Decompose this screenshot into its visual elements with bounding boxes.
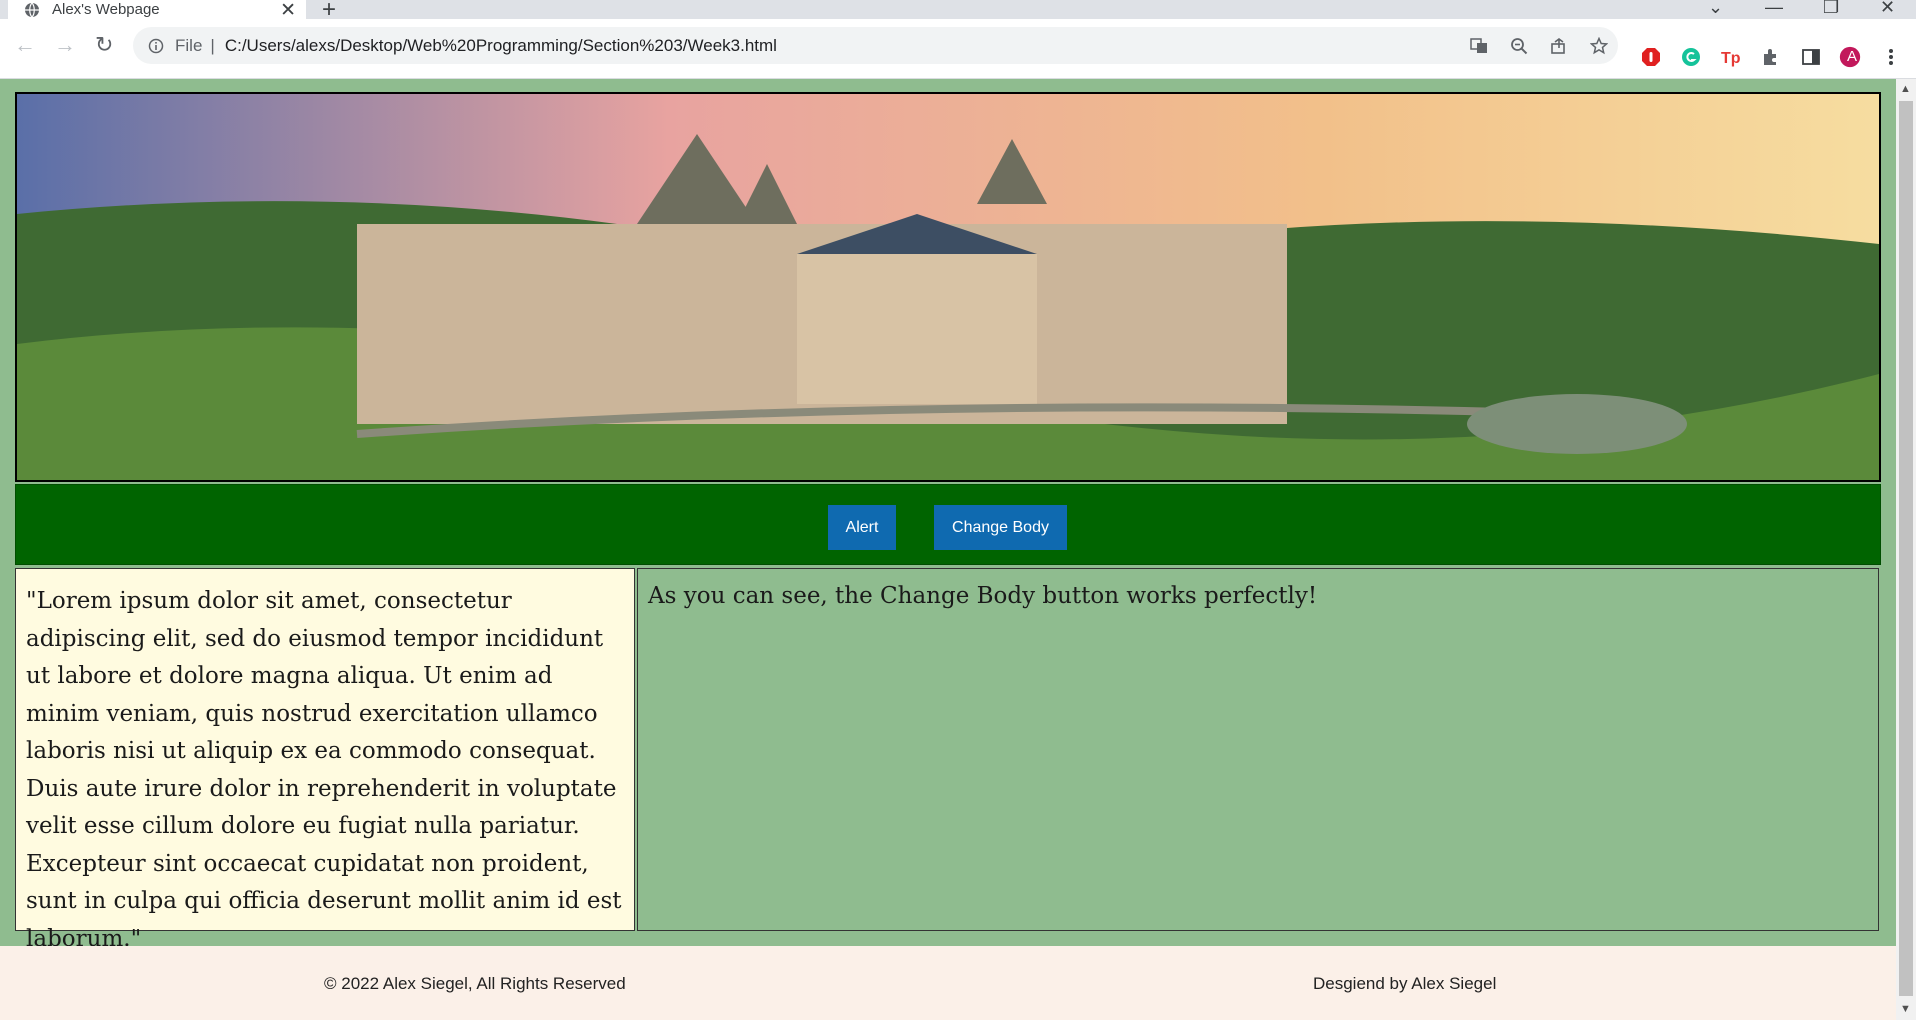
page-viewport: Alert Change Body "Lorem ipsum dolor sit… [0, 79, 1896, 1020]
footer: © 2022 Alex Siegel, All Rights Reserved … [0, 946, 1896, 1020]
scroll-up-arrow-icon[interactable]: ▲ [1900, 83, 1911, 95]
restore-button[interactable]: ❐ [1823, 0, 1839, 18]
forward-button[interactable]: → [54, 32, 76, 58]
translate-icon[interactable] [1469, 36, 1489, 56]
zoom-icon[interactable] [1509, 36, 1529, 56]
minimize-button[interactable]: — [1765, 0, 1783, 18]
profile-avatar[interactable]: A [1839, 46, 1861, 68]
back-button[interactable]: ← [14, 32, 36, 58]
alert-button[interactable]: Alert [828, 505, 896, 550]
extensions-puzzle-icon[interactable] [1760, 46, 1782, 68]
info-icon[interactable] [147, 37, 165, 55]
tab-title: Alex's Webpage [52, 1, 160, 18]
change-body-button[interactable]: Change Body [934, 505, 1067, 550]
url-text[interactable]: C:/Users/alexs/Desktop/Web%20Programming… [225, 36, 777, 56]
lorem-panel: "Lorem ipsum dolor sit amet, consectetur… [15, 568, 635, 952]
svg-text:Tp: Tp [1721, 50, 1741, 67]
address-bar[interactable]: File | C:/Users/alexs/Desktop/Web%20Prog… [133, 27, 1618, 64]
scheme-label: File [175, 35, 203, 55]
globe-icon [24, 2, 40, 18]
address-separator: | [210, 35, 215, 55]
tab-strip: Alex's Webpage ✕ + ⌄ — ❐ ✕ [0, 0, 1916, 23]
body-panel: As you can see, the Change Body button w… [637, 568, 1879, 931]
share-icon[interactable] [1549, 36, 1569, 56]
copyright-text: © 2022 Alex Siegel, All Rights Reserved [324, 974, 626, 993]
tab-search-icon[interactable]: ⌄ [1708, 0, 1723, 18]
browser-tab[interactable]: Alex's Webpage ✕ [8, 0, 306, 21]
menu-kebab-icon[interactable] [1880, 46, 1902, 68]
castle-banner-image [15, 92, 1881, 482]
grammarly-extension-icon[interactable] [1680, 46, 1702, 68]
side-panel-icon[interactable] [1800, 46, 1822, 68]
tp-extension-icon[interactable]: Tp [1720, 46, 1742, 68]
lorem-text: "Lorem ipsum dolor sit amet, consectetur… [26, 588, 622, 952]
scroll-down-arrow-icon[interactable]: ▼ [1900, 1003, 1911, 1015]
vertical-scrollbar[interactable]: ▲ ▼ [1896, 79, 1916, 1020]
adblock-extension-icon[interactable] [1640, 46, 1662, 68]
profile-initial: A [1846, 48, 1857, 65]
window-close-button[interactable]: ✕ [1880, 0, 1895, 18]
designer-credit: Desgiend by Alex Siegel [1313, 974, 1497, 993]
reload-button[interactable]: ↻ [95, 32, 113, 58]
scroll-thumb[interactable] [1899, 101, 1913, 996]
button-bar: Alert Change Body [15, 484, 1881, 565]
bookmark-star-icon[interactable] [1589, 36, 1609, 56]
browser-toolbar: ← → ↻ File | C:/Users/alexs/Desktop/Web%… [0, 19, 1916, 79]
body-text: As you can see, the Change Body button w… [648, 583, 1318, 609]
